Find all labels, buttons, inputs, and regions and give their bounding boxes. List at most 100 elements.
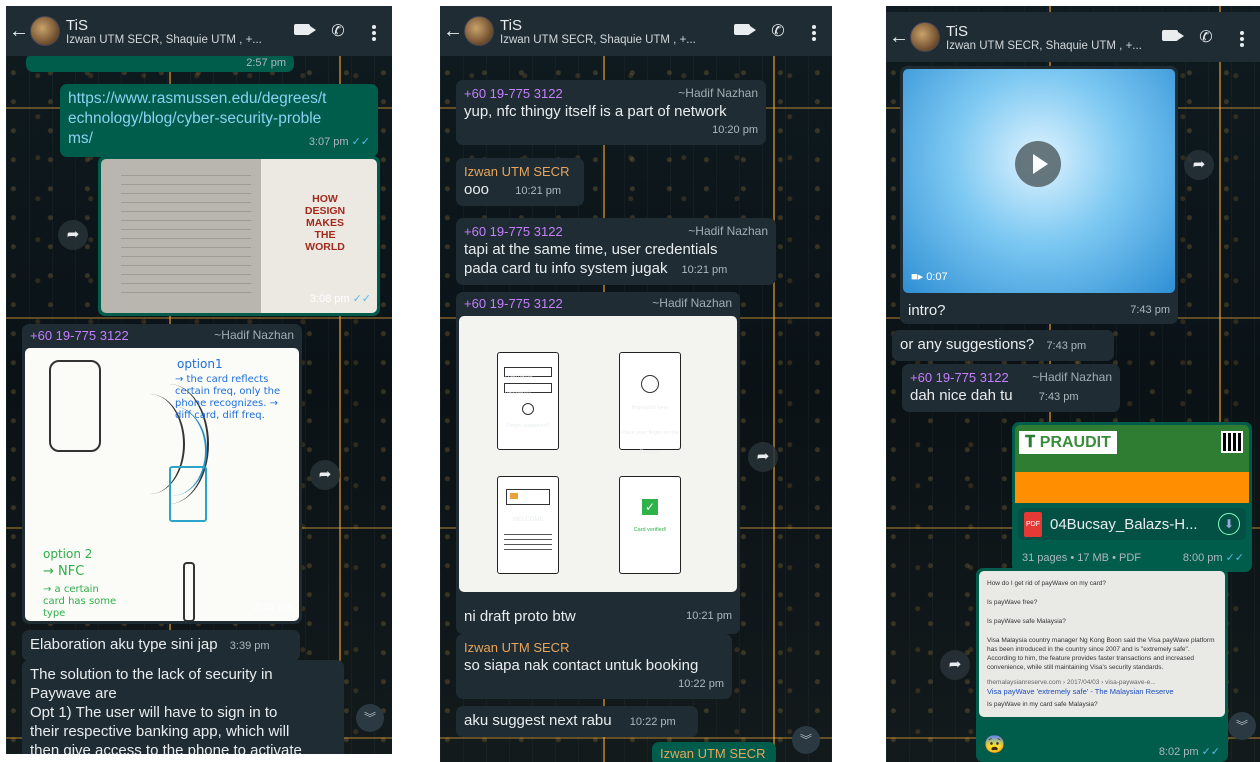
- chat-title-area[interactable]: TiS Izwan UTM SECR, Shaquie UTM , +...: [66, 17, 284, 46]
- link-message[interactable]: https://www.rasmussen.edu/degrees/techno…: [60, 84, 378, 157]
- text-message[interactable]: +60 19-775 3122 ~Hadif Nazhan tapi at the…: [456, 218, 776, 285]
- text-message[interactable]: Izwan UTM SECR so siapa nak contact untu…: [456, 634, 732, 699]
- chat-title: TiS: [500, 16, 522, 34]
- message-time: 7:43 pm: [1046, 340, 1087, 352]
- image-message[interactable]: +60 19-775 3122 ~Hadif Nazhan Username pa…: [456, 292, 740, 634]
- text-message[interactable]: +60 19-775 3122 ~Hadif Nazhan yup, nfc th…: [456, 80, 766, 145]
- group-avatar[interactable]: [30, 16, 60, 46]
- image-message[interactable]: HOW DESIGN MAKES THE WORLD 3:08 pm ✓✓: [98, 156, 380, 316]
- message-line: their respective banking app, which will: [30, 723, 290, 740]
- card-sketch: [169, 466, 207, 522]
- message-text: aku suggest next rabu: [464, 712, 612, 729]
- chat-title-area[interactable]: TiS Izwan UTM SECR, Shaquie UTM , +...: [946, 23, 1152, 52]
- phone-call-icon[interactable]: ✆: [320, 21, 356, 41]
- sender-name[interactable]: Izwan UTM SECR: [464, 639, 724, 656]
- scroll-down-icon[interactable]: ︾: [356, 704, 384, 732]
- screenshot-line: themalaysianreserve.com › 2017/04/03 › v…: [987, 679, 1156, 686]
- whiteboard-sketch[interactable]: option1 → the card reflects certain freq…: [25, 348, 299, 621]
- wireframe-sketch[interactable]: Username password Forgot password? finge…: [459, 316, 737, 592]
- pdf-file-icon: PDF: [1024, 511, 1042, 537]
- phone-call-icon[interactable]: ✆: [1188, 27, 1224, 47]
- text-message[interactable]: +60 19-775 3122 ~Hadif Nazhan dah nice da…: [902, 364, 1120, 412]
- screenshot-line: How do I get rid of payWave on my card?: [987, 580, 1106, 587]
- fingerprint-label: fingerprint here: [631, 405, 669, 411]
- message-bubble-partial[interactable]: 2:57 pm: [26, 54, 294, 72]
- download-icon[interactable]: ⬇: [1218, 513, 1240, 535]
- more-options-icon[interactable]: [356, 22, 392, 40]
- message-text: yup, nfc thingy itself is a part of netw…: [464, 103, 727, 120]
- fingerprint-icon: [522, 403, 534, 415]
- emoji-fearful: 😨: [984, 735, 1006, 754]
- screenshot-line: Visa Malaysia country manager Ng Kong Bo…: [987, 637, 1215, 671]
- message-text: or any suggestions?: [900, 336, 1035, 353]
- forward-icon[interactable]: ➦: [310, 460, 340, 490]
- scroll-down-icon[interactable]: ︾: [1228, 712, 1256, 740]
- text-message[interactable]: Izwan UTM SECR ooo 10:21 pm: [456, 158, 584, 206]
- sender-number[interactable]: +60 19-775 3122: [464, 85, 563, 102]
- screenshot-line: Is payWave safe Malaysia?: [987, 618, 1066, 625]
- document-message[interactable]: 𝐓 PRAUDIT PDF 04Bucsay_Balazs-H... ⬇ 31 …: [1012, 422, 1252, 572]
- screenshot-line: Is payWave free?: [987, 599, 1038, 606]
- screenshot-line: Is payWave in my card safe Malaysia?: [987, 701, 1098, 708]
- video-caption: intro?: [908, 302, 946, 319]
- chat-title-area[interactable]: TiS Izwan UTM SECR, Shaquie UTM , +...: [500, 17, 724, 46]
- document-preview[interactable]: 𝐓 PRAUDIT: [1015, 425, 1249, 503]
- sketch-message[interactable]: +60 19-775 3122 ~Hadif Nazhan option1 → …: [22, 324, 302, 624]
- text-message[interactable]: Elaboration aku type sini jap 3:39 pm: [22, 630, 300, 661]
- text-message-long[interactable]: The solution to the lack of security in …: [22, 660, 344, 754]
- username-field: Username: [504, 367, 552, 380]
- book-page-lines: [121, 175, 251, 295]
- video-thumbnail[interactable]: ■▸ 0:07: [903, 69, 1175, 293]
- chat-title: TiS: [66, 16, 88, 34]
- text-message[interactable]: or any suggestions? 7:43 pm: [892, 330, 1114, 361]
- more-options-icon[interactable]: [1224, 28, 1260, 46]
- chat-header: ← TiS Izwan UTM SECR, Shaquie UTM , +...…: [440, 6, 832, 56]
- group-avatar[interactable]: [464, 16, 494, 46]
- outgoing-message-partial[interactable]: Izwan UTM SECR: [652, 742, 776, 762]
- qr-code-icon: [1221, 431, 1243, 453]
- document-brand: PRAUDIT: [1039, 434, 1111, 451]
- sender-number[interactable]: +60 19-775 3122: [464, 223, 563, 240]
- sender-name[interactable]: Izwan UTM SECR: [464, 163, 576, 180]
- option1-title: option1: [177, 357, 223, 371]
- search-screenshot[interactable]: How do I get rid of payWave on my card? …: [979, 571, 1225, 717]
- text-message[interactable]: aku suggest next rabu 10:22 pm: [456, 706, 698, 737]
- video-message[interactable]: ■▸ 0:07 intro? 7:43 pm: [900, 66, 1178, 324]
- message-text: ooo: [464, 181, 490, 198]
- screenshot-message[interactable]: How do I get rid of payWave on my card? …: [976, 568, 1228, 762]
- forward-icon[interactable]: ➦: [1184, 150, 1214, 180]
- sender-number[interactable]: +60 19-775 3122: [910, 369, 1009, 386]
- option2-title: option 2: [43, 547, 93, 561]
- chat-screen-1: ← TiS Izwan UTM SECR, Shaquie UTM , +...…: [6, 6, 392, 754]
- chat-header: ← TiS Izwan UTM SECR, Shaquie UTM , +...…: [886, 12, 1260, 62]
- read-ticks-icon: ✓✓: [351, 136, 370, 148]
- video-call-icon[interactable]: [284, 22, 320, 40]
- play-icon[interactable]: [1015, 141, 1061, 187]
- back-arrow-icon[interactable]: ←: [442, 20, 464, 43]
- option1-notes: → the card reflects certain freq, only t…: [175, 374, 281, 421]
- message-time: 10:21 pm: [515, 185, 562, 197]
- forward-icon[interactable]: ➦: [940, 650, 970, 680]
- read-ticks-icon: ✓✓: [1225, 552, 1244, 564]
- forward-icon[interactable]: ➦: [58, 220, 88, 250]
- sender-number[interactable]: +60 19-775 3122: [30, 327, 129, 344]
- video-call-icon[interactable]: [1152, 28, 1188, 46]
- chat-header: ← TiS Izwan UTM SECR, Shaquie UTM , +...…: [6, 6, 392, 56]
- document-meta: 31 pages • 17 MB • PDF: [1022, 552, 1141, 564]
- wireframe-verified: ✓ Card verified!: [619, 476, 681, 574]
- back-arrow-icon[interactable]: ←: [888, 26, 910, 49]
- sender-number[interactable]: +60 19-775 3122: [464, 295, 563, 312]
- video-call-icon[interactable]: [724, 22, 760, 40]
- check-icon: ✓: [642, 499, 658, 515]
- group-avatar[interactable]: [910, 22, 940, 52]
- welcome-label: WELCOME: [512, 517, 544, 523]
- book-photo[interactable]: HOW DESIGN MAKES THE WORLD 3:08 pm ✓✓: [101, 159, 377, 313]
- message-time: 8:00 pm: [1182, 552, 1223, 564]
- more-options-icon[interactable]: [796, 22, 832, 40]
- message-line: The solution to the lack of security in: [30, 666, 273, 683]
- scroll-down-icon[interactable]: ︾: [792, 726, 820, 754]
- forward-icon[interactable]: ➦: [748, 442, 778, 472]
- phone-call-icon[interactable]: ✆: [760, 21, 796, 41]
- message-line: Opt 1) The user will have to sign in to: [30, 704, 278, 721]
- back-arrow-icon[interactable]: ←: [8, 20, 30, 43]
